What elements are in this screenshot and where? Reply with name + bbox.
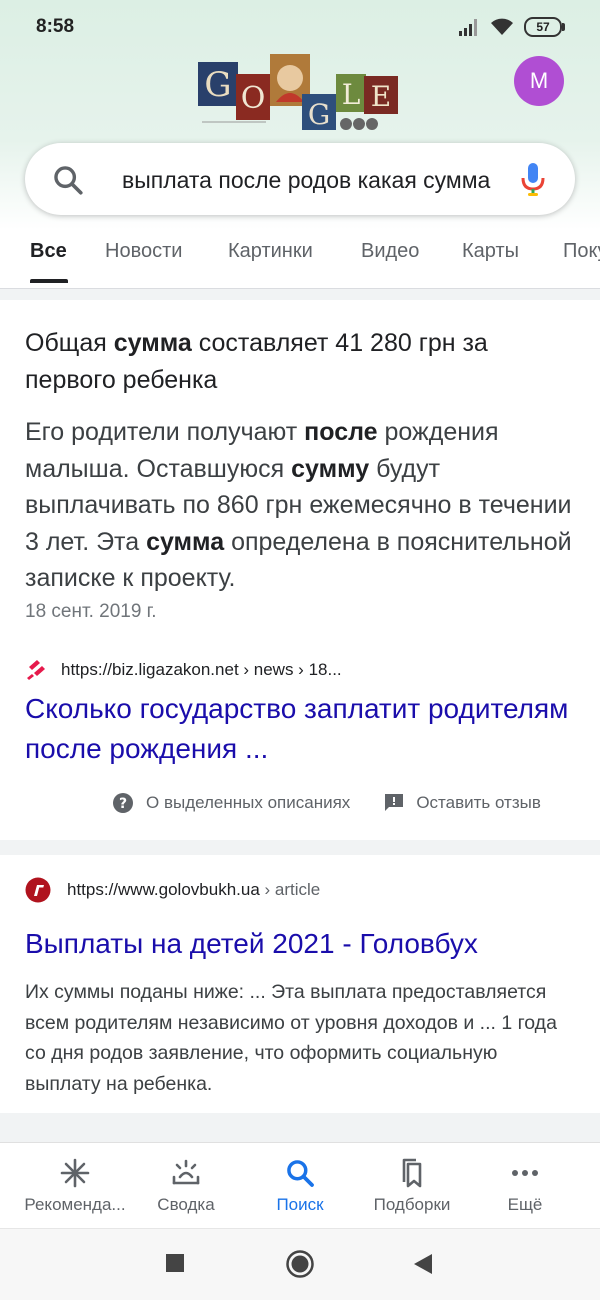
- recents-icon[interactable]: [165, 1253, 185, 1273]
- tab-maps[interactable]: Карты: [462, 240, 519, 263]
- result-snippet: Их суммы поданы ниже: ... Эта выплата пр…: [25, 981, 557, 1095]
- result-source[interactable]: https://www.golovbukh.ua › article: [25, 875, 320, 905]
- help-icon: ?: [113, 793, 133, 813]
- nav-collections-label: Подборки: [373, 1195, 451, 1214]
- status-icons: 57: [458, 16, 565, 38]
- tab-news[interactable]: Новости: [105, 240, 182, 263]
- result-title-link[interactable]: Выплаты на детей 2021 - Головбух: [25, 925, 478, 963]
- svg-text:?: ?: [119, 796, 127, 812]
- svg-text:G: G: [204, 65, 231, 105]
- collections-icon: [402, 1158, 422, 1188]
- search-result-card: https://www.golovbukh.ua › article Выпла…: [0, 855, 600, 1113]
- search-icon[interactable]: [51, 163, 85, 197]
- separator: [0, 289, 600, 300]
- tab-video[interactable]: Видео: [361, 240, 419, 263]
- microphone-icon[interactable]: [519, 161, 547, 199]
- about-snippets-label: О выделенных описаниях: [146, 793, 351, 812]
- featured-source[interactable]: https://biz.ligazakon.net › news › 18...: [25, 655, 342, 685]
- nav-discover-label: Рекоменда...: [24, 1195, 126, 1214]
- svg-text:L: L: [342, 78, 361, 111]
- description-text: Его родители получают: [25, 418, 305, 446]
- more-icon: [512, 1170, 538, 1176]
- feedback-button[interactable]: Оставить отзыв: [384, 793, 541, 813]
- featured-title-link[interactable]: Сколько государство заплатит родителям п…: [25, 689, 585, 769]
- nav-snapshot-label: Сводка: [157, 1195, 215, 1214]
- google-doodle-logo[interactable]: G O G L E: [196, 52, 402, 136]
- nav-more[interactable]: Ещё: [465, 1157, 585, 1215]
- highlighted-term: сумма: [146, 527, 225, 556]
- active-tab-indicator: [30, 279, 68, 283]
- ligazakon-favicon: [27, 660, 45, 680]
- featured-snippet-card: Общая сумма составляет 41 280 грн за пер…: [0, 300, 600, 840]
- separator: [0, 1113, 600, 1142]
- featured-description: Его родители получают после рождения мал…: [25, 414, 573, 597]
- search-icon: [287, 1160, 314, 1187]
- separator: [0, 840, 600, 855]
- battery-level: 57: [536, 20, 550, 34]
- bottom-navigation: Рекоменда... Сводка Поиск Подборки Ещё: [0, 1142, 600, 1229]
- featured-answer: Общая сумма составляет 41 280 грн за пер…: [25, 329, 488, 394]
- home-icon[interactable]: [285, 1249, 315, 1279]
- nav-more-label: Ещё: [507, 1195, 543, 1214]
- account-avatar[interactable]: M: [514, 56, 564, 106]
- feedback-label: Оставить отзыв: [416, 793, 541, 812]
- svg-text:E: E: [371, 80, 391, 113]
- nav-collections[interactable]: Подборки: [352, 1157, 472, 1215]
- sunrise-icon: [172, 1159, 200, 1185]
- featured-date: 18 сент. 2019 г.: [25, 601, 157, 622]
- golovbukh-favicon: [25, 877, 51, 903]
- highlighted-term: сумму: [291, 454, 370, 483]
- featured-footer: ? О выделенных описаниях Оставить отзыв: [112, 790, 541, 816]
- feedback-icon: [385, 794, 404, 811]
- system-navigation-bar: [0, 1228, 600, 1300]
- svg-text:G: G: [308, 98, 330, 131]
- search-box[interactable]: выплата после родов какая сумма: [25, 143, 575, 215]
- highlighted-term: после: [304, 418, 378, 446]
- about-snippets-button[interactable]: ? О выделенных описаниях: [112, 792, 350, 814]
- back-icon[interactable]: [412, 1252, 434, 1276]
- signal-icon: [459, 19, 477, 36]
- nav-search-label: Поиск: [276, 1195, 324, 1214]
- status-time: 8:58: [36, 16, 75, 37]
- nav-search[interactable]: Поиск: [240, 1157, 360, 1215]
- tab-shopping[interactable]: Покупки: [563, 240, 600, 263]
- tab-all[interactable]: Все: [30, 240, 67, 263]
- result-url[interactable]: https://www.golovbukh.ua › article: [67, 880, 320, 900]
- nav-snapshot[interactable]: Сводка: [126, 1157, 246, 1215]
- status-bar: 8:58 57: [0, 0, 600, 56]
- tab-images[interactable]: Картинки: [228, 240, 313, 263]
- search-input[interactable]: выплата после родов какая сумма: [122, 165, 492, 195]
- account-initial: M: [529, 68, 549, 93]
- battery-icon: 57: [524, 17, 565, 37]
- asterisk-icon: [60, 1158, 90, 1188]
- svg-text:O: O: [241, 81, 266, 116]
- featured-url[interactable]: https://biz.ligazakon.net › news › 18...: [61, 660, 342, 680]
- wifi-icon: [491, 18, 513, 35]
- nav-discover[interactable]: Рекоменда...: [15, 1157, 135, 1215]
- search-tabs: Все Новости Картинки Видео Карты Покупки: [0, 228, 600, 288]
